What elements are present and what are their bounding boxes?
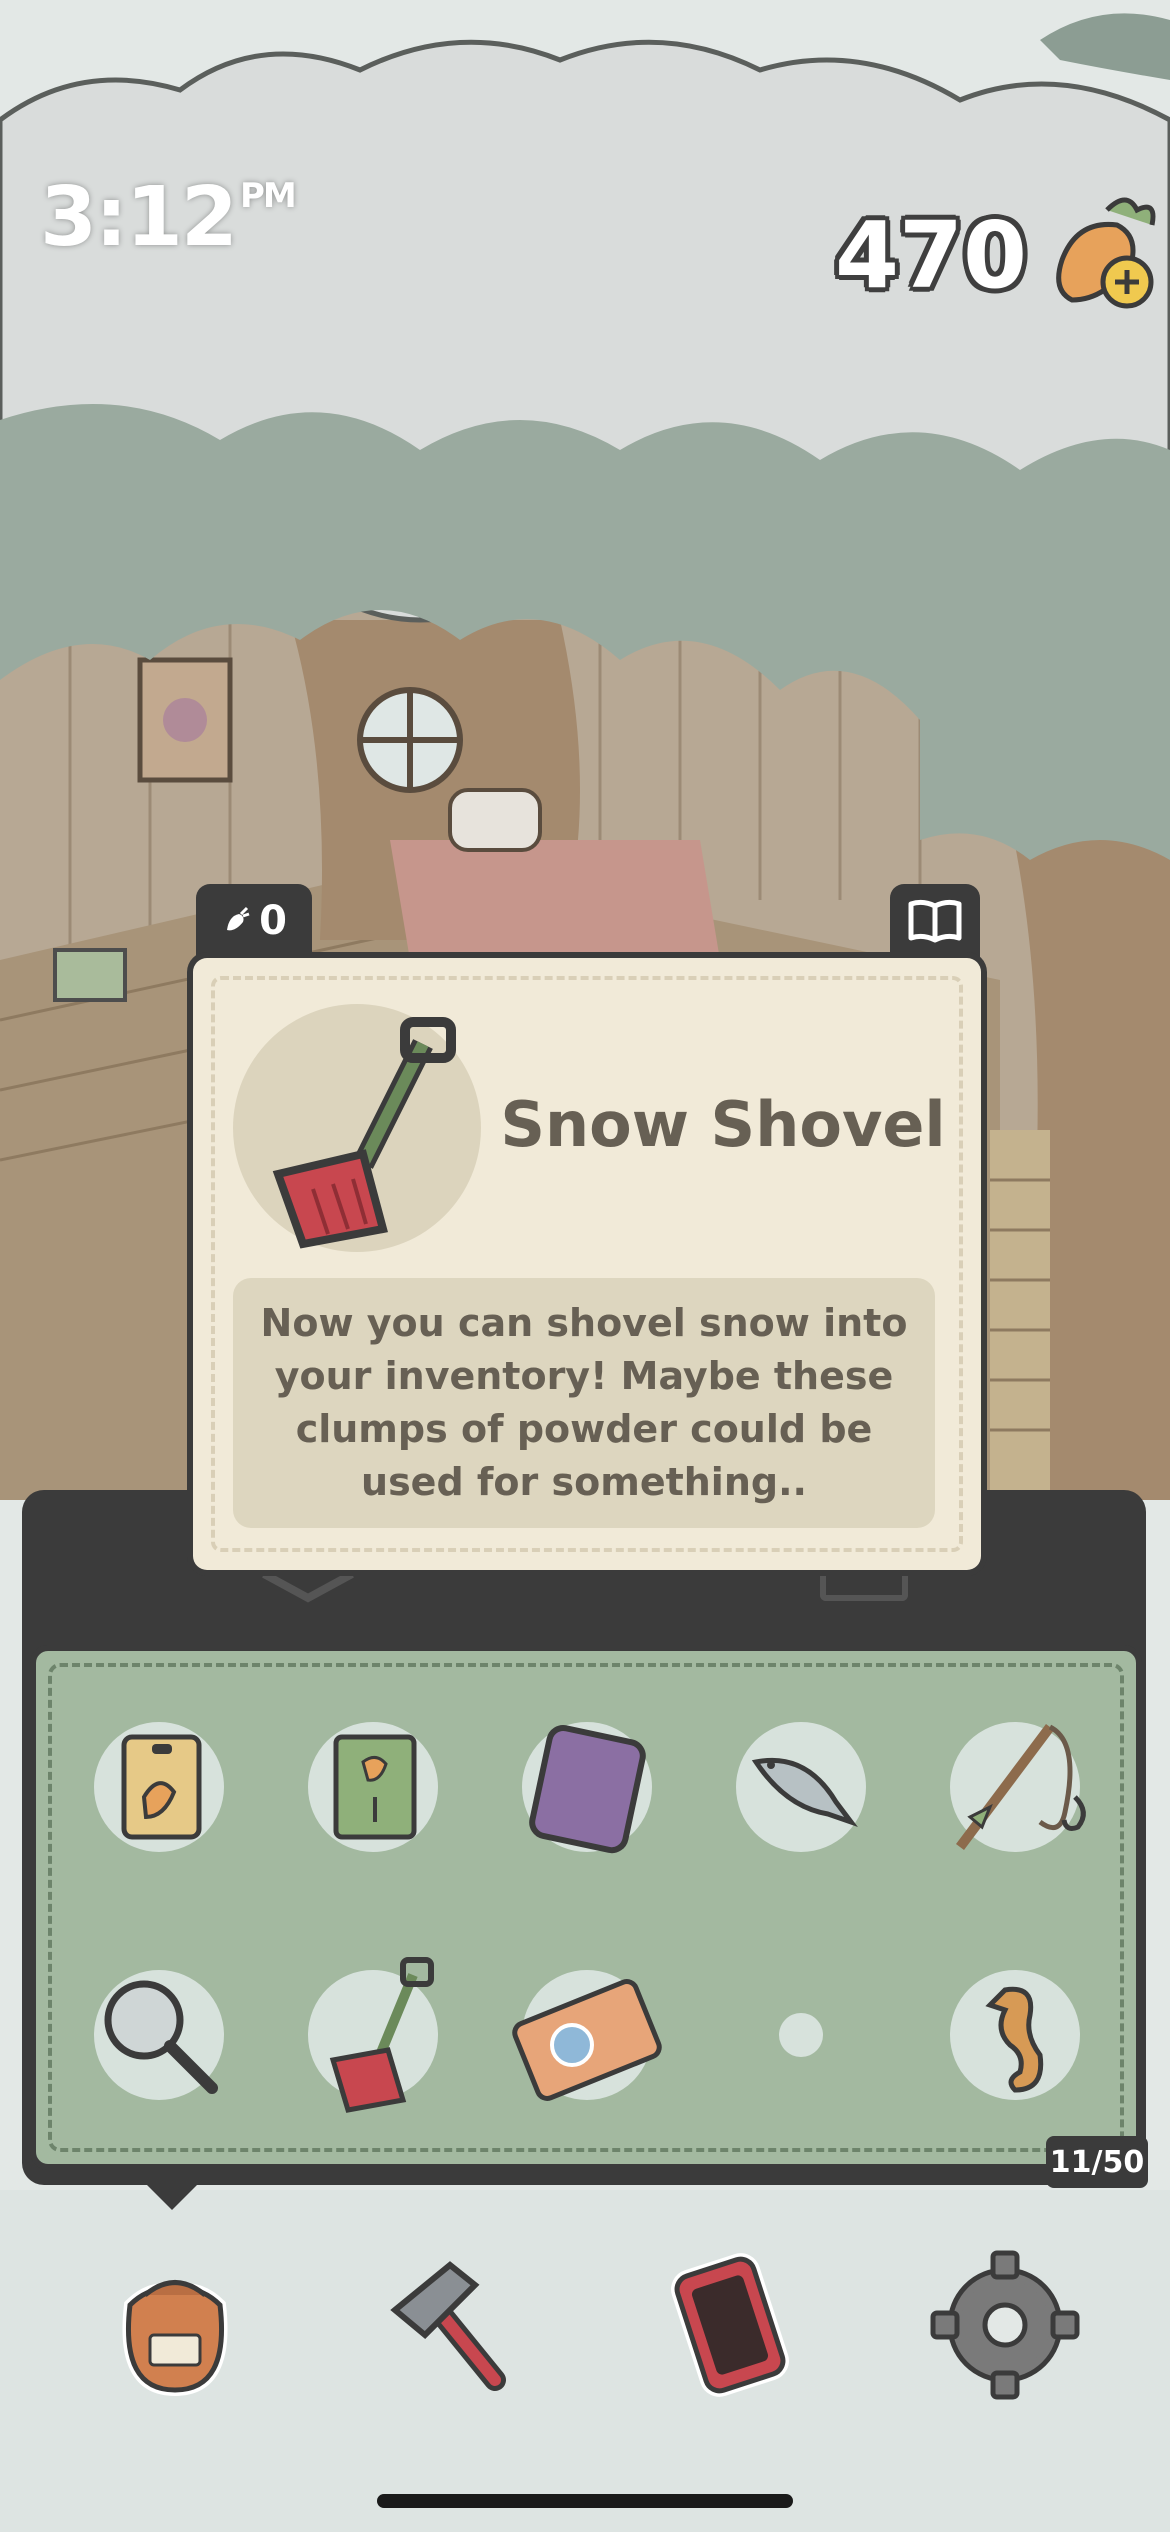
time-display: 3:12 PM — [40, 170, 297, 265]
carrot-currency[interactable]: 470 — [835, 197, 1167, 310]
encyclopedia-tab[interactable] — [890, 884, 980, 958]
time-ampm: PM — [239, 176, 297, 216]
seahorse-icon — [985, 1986, 1044, 2093]
carrot-seed-packet-icon — [121, 1734, 202, 1840]
snow-shovel-icon — [272, 1017, 456, 1249]
carrot-amount: 470 — [835, 201, 1028, 309]
fish-icon — [751, 1757, 858, 1828]
time-value: 3:12 — [40, 170, 238, 265]
settings-gear-icon[interactable] — [920, 2240, 1090, 2410]
gacha-ticket-icon — [512, 1979, 662, 2101]
inventory-bag-icon[interactable] — [90, 2240, 260, 2410]
inventory-slot[interactable] — [512, 1970, 662, 2101]
book-icon — [908, 899, 962, 943]
inventory-slot[interactable] — [308, 1722, 438, 1852]
panel-pointer — [142, 2180, 202, 2210]
item-description: Now you can shovel snow into your invent… — [233, 1278, 935, 1528]
item-name: Snow Shovel — [500, 1088, 946, 1161]
inventory-slot[interactable] — [736, 1722, 866, 1852]
inventory-slot selected[interactable] — [308, 1957, 438, 2113]
collapse-chevron-icon[interactable] — [258, 1570, 358, 1604]
purple-tablet-icon — [529, 1725, 646, 1854]
inventory-slot[interactable] — [94, 1970, 224, 2100]
inventory-slot[interactable] — [950, 1970, 1080, 2100]
hammer-icon[interactable] — [370, 2240, 540, 2410]
item-count-tab: 0 — [196, 884, 312, 958]
snowball-icon[interactable] — [779, 2013, 823, 2057]
carrot-book-icon — [333, 1734, 417, 1840]
home-indicator[interactable] — [377, 2494, 793, 2508]
phone-icon[interactable] — [645, 2240, 815, 2410]
sort-tab-icon[interactable] — [820, 1575, 908, 1601]
inventory-slot[interactable] — [522, 1722, 652, 1854]
inventory-slot[interactable] — [950, 1722, 1086, 1852]
carrot-plus-icon[interactable] — [1037, 190, 1167, 320]
snow-shovel-icon — [329, 1957, 434, 2113]
fishing-rod-icon — [956, 1724, 1086, 1850]
item-image — [233, 1004, 481, 1252]
inventory-capacity: 11/50 — [1046, 2136, 1148, 2188]
inventory-slot[interactable] — [94, 1722, 224, 1852]
carrot-small-icon — [227, 906, 250, 931]
magnifying-glass-icon — [104, 1980, 218, 2094]
item-count-value: 0 — [259, 898, 287, 944]
item-detail-card: Snow Shovel Now you can shovel snow into… — [193, 958, 981, 1570]
